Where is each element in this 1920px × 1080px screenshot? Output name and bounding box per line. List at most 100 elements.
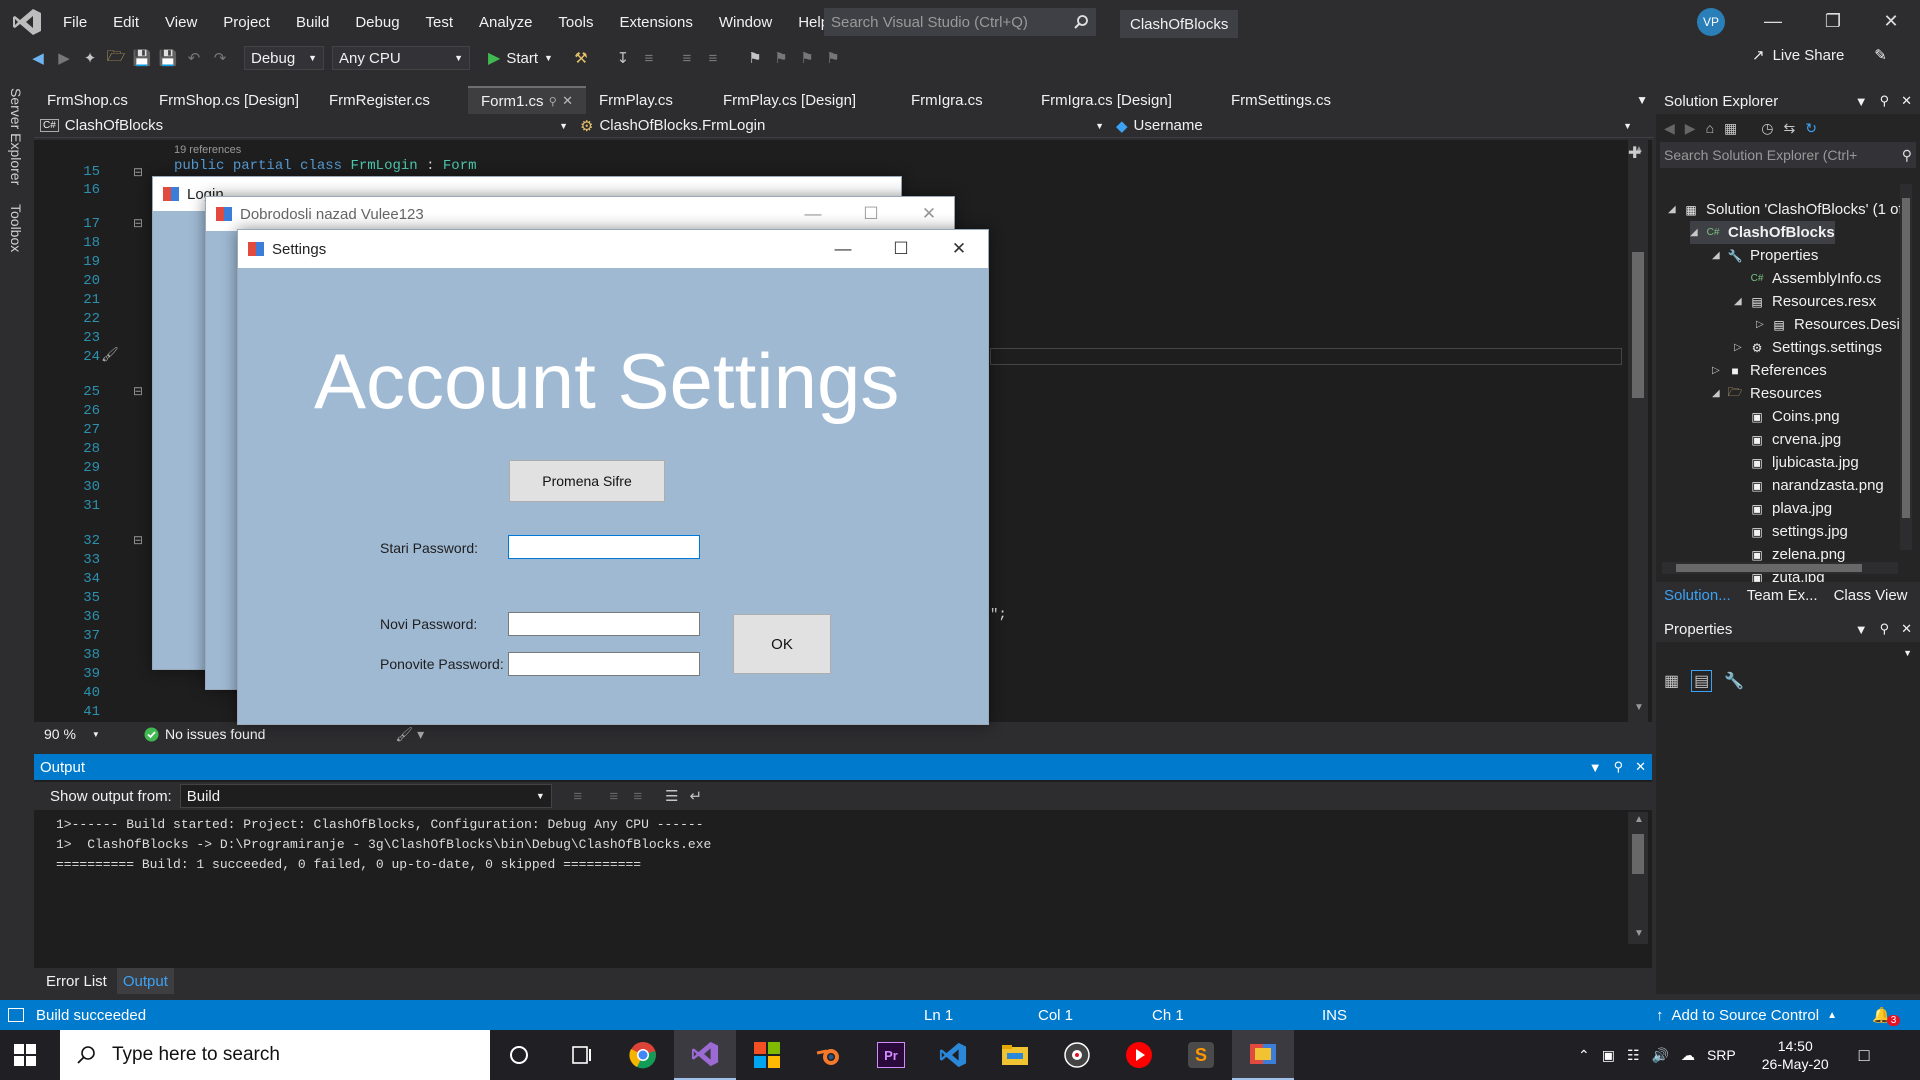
switch-views-icon[interactable]: ▦ [1724,120,1737,137]
pin-icon[interactable]: ⚲ [1614,759,1624,775]
properties-object-dropdown[interactable]: ▼ [1656,642,1920,664]
scroll-up-icon[interactable]: ▲ [1634,814,1644,825]
file-explorer-icon[interactable] [984,1030,1046,1080]
zoom-dropdown[interactable]: 90 % ▼ [34,726,108,742]
notifications-button[interactable]: 🔔 3 [1872,1005,1901,1026]
avatar[interactable]: VP [1697,8,1725,36]
ok-button[interactable]: OK [733,614,831,674]
redo-icon[interactable]: ↷ [208,46,232,70]
insert-mode-indicator[interactable]: INS [1322,1007,1347,1024]
close-button[interactable]: ✕ [1868,0,1914,42]
open-folder-icon[interactable]: 🗁 [104,46,128,70]
column-indicator[interactable]: Col 1 [1038,1007,1073,1024]
expand-arrow-icon[interactable]: ▷ [1756,319,1770,330]
scroll-thumb[interactable] [1676,564,1862,572]
live-share-button[interactable]: ↗ Live Share ✎ [1752,46,1887,65]
start-button[interactable]: ▶ Start ▼ [488,48,553,68]
tree-item[interactable]: ▣ crvena.jpg [1734,428,1841,451]
source-control-button[interactable]: ↑ Add to Source Control ▲ [1656,1007,1837,1024]
language-indicator[interactable]: SRP [1707,1047,1736,1063]
tab-class-view[interactable]: Class View [1826,582,1916,608]
find-message-icon[interactable]: ≡ [566,784,590,808]
sublime-text-icon[interactable]: S [1170,1030,1232,1080]
feedback-icon[interactable]: ✎ [1874,46,1887,64]
premiere-pro-icon[interactable]: Pr [860,1030,922,1080]
quick-action-brush-icon[interactable]: 🖌 [101,346,119,363]
next-message-icon[interactable]: ≡ [626,784,650,808]
collapse-icon[interactable]: ⊟ [133,384,143,398]
expand-arrow-icon[interactable]: ◢ [1690,227,1704,238]
categorized-icon[interactable]: ▦ [1664,671,1679,691]
expand-arrow-icon[interactable]: ◢ [1712,250,1726,261]
solution-search-box[interactable]: Search Solution Explorer (Ctrl+ ⚲ [1660,142,1916,168]
onedrive-icon[interactable]: ☁ [1681,1047,1695,1064]
toolbox-tab[interactable]: Toolbox [8,204,24,252]
attach-icon[interactable]: ⚒ [569,46,593,70]
tree-vertical-scrollbar[interactable] [1900,184,1912,550]
new-password-field[interactable] [508,612,700,636]
menu-edit[interactable]: Edit [100,0,152,44]
bookmark-prev-icon[interactable]: ⚑ [769,46,793,70]
chrome-icon[interactable] [612,1030,674,1080]
sync-icon[interactable]: ⇆ [1783,120,1795,137]
bookmark-clear-icon[interactable]: ⚑ [821,46,845,70]
settings-form-window[interactable]: Settings — ☐ ✕ Account Settings Promena … [237,229,989,725]
cortana-icon[interactable] [488,1030,550,1080]
output-source-dropdown[interactable]: Build ▼ [179,784,552,808]
maximize-button[interactable]: ☐ [842,197,900,231]
tab-frmshop-cs[interactable]: FrmShop.cs [34,86,146,114]
home-icon[interactable]: ⌂ [1706,120,1714,136]
menu-tools[interactable]: Tools [545,0,606,44]
volume-icon[interactable]: 🔊 [1652,1047,1669,1064]
menu-analyze[interactable]: Analyze [466,0,545,44]
visual-studio-logo-icon[interactable] [12,8,42,36]
expand-arrow-icon[interactable]: ▷ [1712,365,1726,376]
vs-code-icon[interactable] [922,1030,984,1080]
forward-icon[interactable]: ▶ [1685,120,1696,137]
scroll-down-icon[interactable]: ▼ [1634,702,1644,713]
tree-item[interactable]: ▣ settings.jpg [1734,520,1848,543]
office-icon[interactable] [736,1030,798,1080]
collapse-icon[interactable]: ⊟ [133,165,143,179]
menu-window[interactable]: Window [706,0,785,44]
issues-indicator[interactable]: No issues found [144,726,265,742]
configuration-dropdown[interactable]: Debug ▼ [244,46,324,70]
alphabetical-icon[interactable]: ▤ [1691,670,1713,692]
tab-frmigra-design[interactable]: FrmIgra.cs [Design] [1028,86,1218,114]
menu-file[interactable]: File [50,0,100,44]
tree-item[interactable]: ▣ ljubicasta.jpg [1734,451,1858,474]
line-indicator[interactable]: Ln 1 [924,1007,953,1024]
menu-extensions[interactable]: Extensions [606,0,705,44]
forward-icon[interactable]: ▶ [52,46,76,70]
tab-frmigra-cs[interactable]: FrmIgra.cs [898,86,1028,114]
menu-debug[interactable]: Debug [342,0,412,44]
comment-icon[interactable]: ≡ [675,46,699,70]
save-all-icon[interactable]: 💾 [156,46,180,70]
tree-item[interactable]: ◢ C# ClashOfBlocks [1690,221,1835,244]
expand-arrow-icon[interactable]: ◢ [1668,204,1682,215]
close-icon[interactable]: ✕ [1901,621,1912,637]
tree-item[interactable]: ◢ ▦ Solution 'ClashOfBlocks' (1 of [1668,198,1903,221]
collapse-icon[interactable]: ⊟ [133,216,143,230]
taskbar-search-box[interactable]: Type here to search [60,1030,490,1080]
pane-menu-icon[interactable]: ▼ [1855,94,1868,109]
action-center-icon[interactable]: □ [1859,1045,1870,1066]
refresh-icon[interactable]: ↻ [1805,120,1817,137]
pin-icon[interactable]: ⚲ [1880,93,1890,109]
tab-frmplay-design[interactable]: FrmPlay.cs [Design] [710,86,898,114]
running-app-icon[interactable] [1232,1030,1294,1080]
output-vertical-scrollbar[interactable]: ▲ ▼ [1628,812,1648,944]
char-indicator[interactable]: Ch 1 [1152,1007,1184,1024]
step-icon[interactable]: ↧ [611,46,635,70]
clear-all-icon[interactable]: ☰ [660,784,684,808]
save-icon[interactable]: 💾 [130,46,154,70]
back-icon[interactable]: ◀ [26,46,50,70]
tree-item[interactable]: ▣ narandzasta.png [1734,474,1883,497]
indent-icon[interactable]: ≡ [637,46,661,70]
tree-item[interactable]: C# AssemblyInfo.cs [1734,267,1882,290]
tab-solution-explorer[interactable]: Solution... [1656,582,1739,608]
tree-item[interactable]: ◢ 🔧 Properties [1712,244,1818,267]
code-cleanup-icon[interactable]: 🖌 ▾ [395,726,424,743]
pane-menu-icon[interactable]: ▼ [1589,760,1602,775]
wifi-icon[interactable]: ☷ [1627,1047,1640,1064]
